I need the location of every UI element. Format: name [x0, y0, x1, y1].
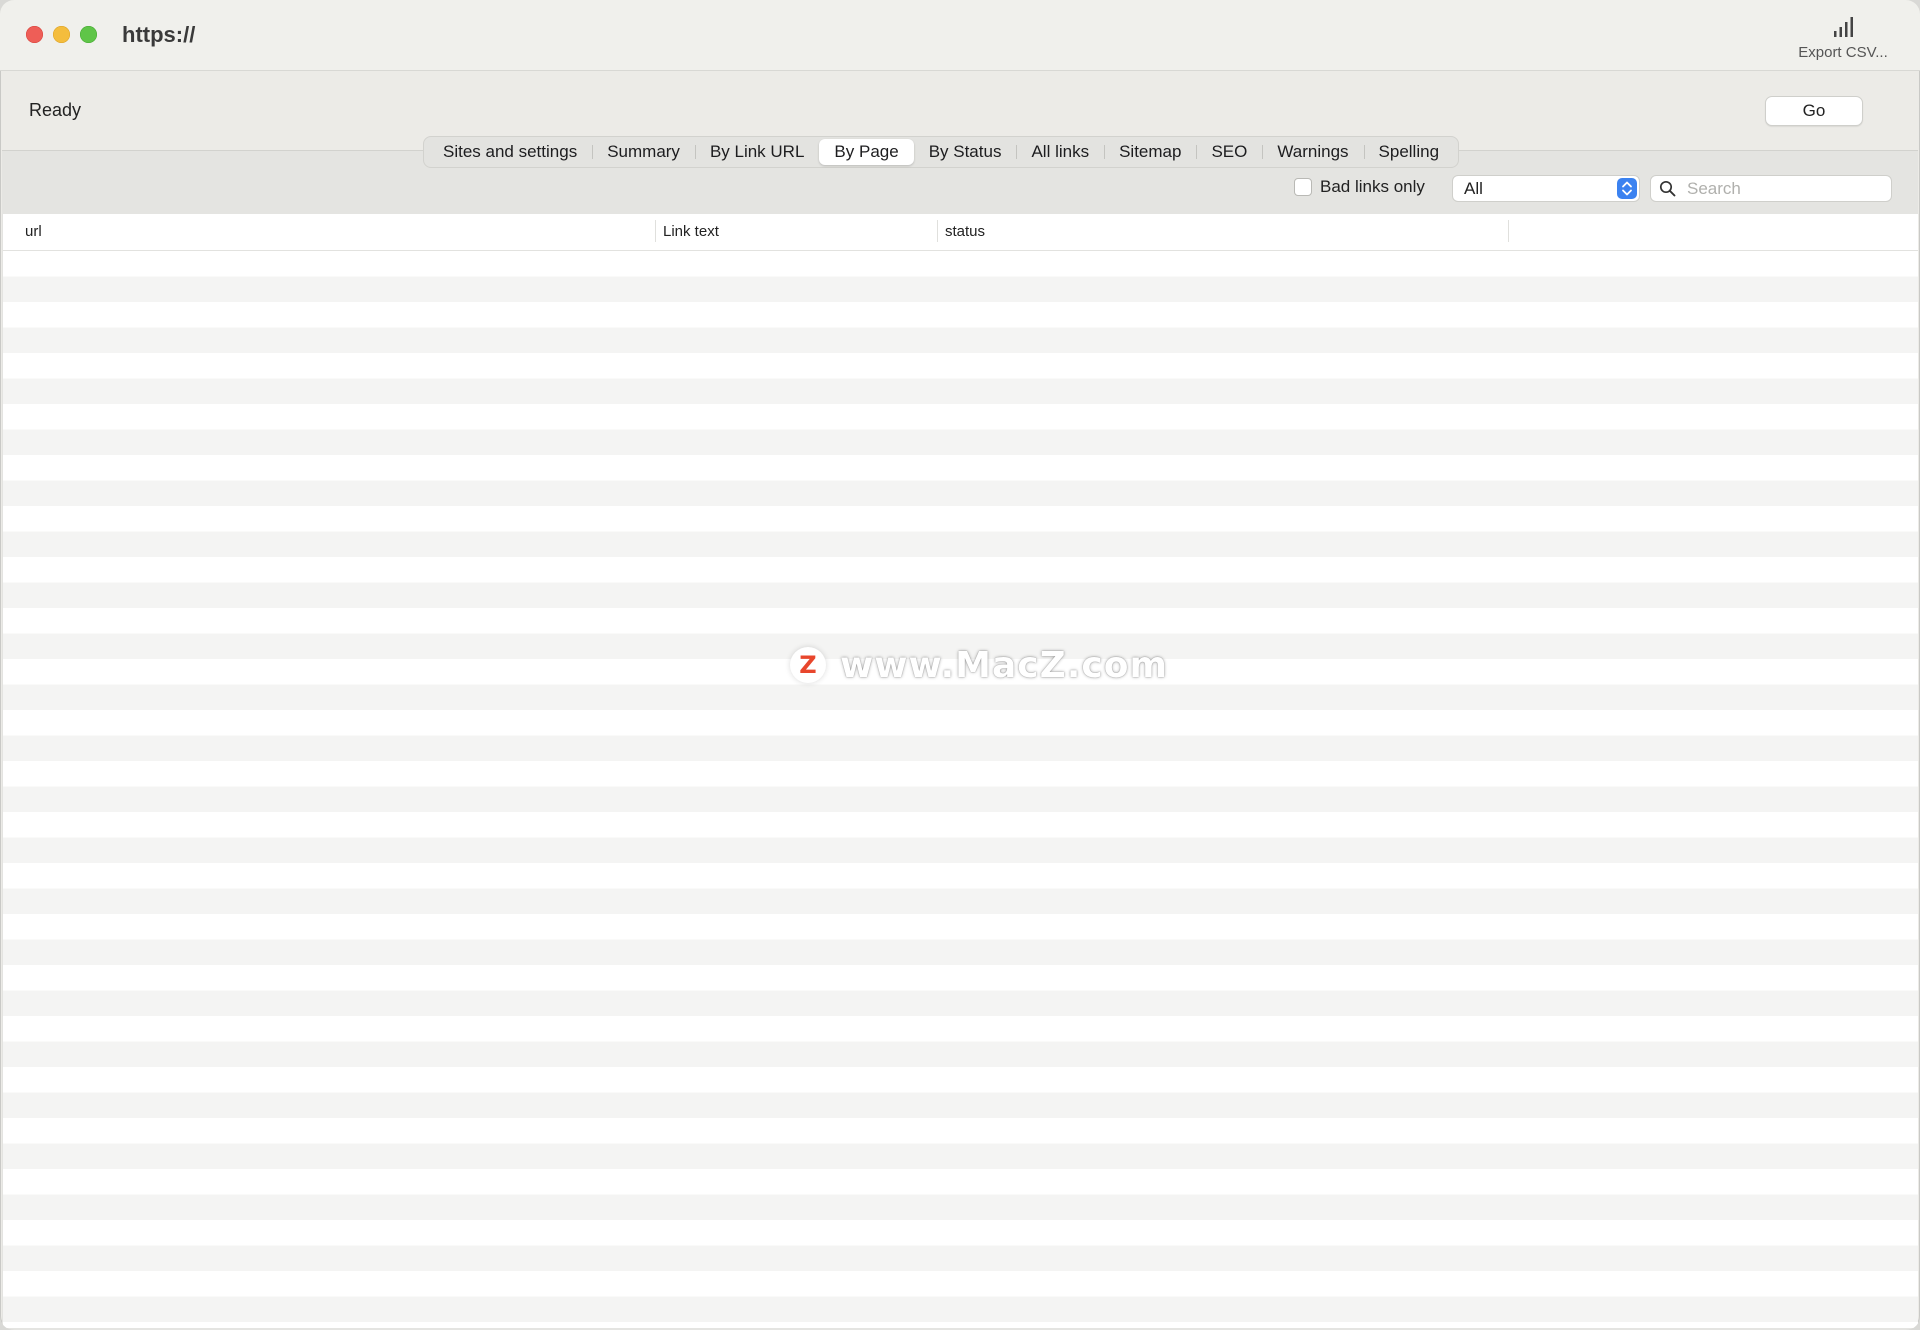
tab-warnings[interactable]: Warnings: [1262, 139, 1363, 165]
tab-by-link-url[interactable]: By Link URL: [694, 139, 819, 165]
column-divider[interactable]: [1508, 220, 1509, 242]
watermark-logo: Z: [790, 647, 826, 683]
title-bar: https:// Export CSV...: [0, 0, 1920, 71]
column-header-status[interactable]: status: [945, 223, 985, 240]
go-button[interactable]: Go: [1765, 96, 1863, 126]
tab-spelling[interactable]: Spelling: [1363, 139, 1455, 165]
window-title: https://: [122, 22, 196, 47]
tab-sitemap[interactable]: Sitemap: [1104, 139, 1196, 165]
zoom-window-button[interactable]: [80, 26, 97, 43]
tab-bar: Sites and settings Summary By Link URL B…: [423, 136, 1460, 168]
status-filter-select[interactable]: All: [1452, 175, 1640, 202]
app-window: https:// Export CSV... Ready Go Sites an…: [0, 0, 1920, 1330]
search-input[interactable]: [1685, 178, 1885, 200]
status-filter-value: All: [1464, 179, 1483, 198]
minimize-window-button[interactable]: [53, 26, 70, 43]
tab-seo[interactable]: SEO: [1196, 139, 1262, 165]
tab-sites-and-settings[interactable]: Sites and settings: [428, 139, 592, 165]
tab-summary[interactable]: Summary: [592, 139, 695, 165]
table-body[interactable]: [3, 251, 1918, 1328]
bad-links-only-checkbox[interactable]: [1294, 178, 1312, 196]
column-divider[interactable]: [655, 220, 656, 242]
bad-links-only-label[interactable]: Bad links only: [1320, 177, 1425, 197]
status-text: Ready: [29, 100, 82, 120]
column-header-link-text[interactable]: Link text: [663, 223, 719, 240]
magnifier-icon: [1659, 180, 1676, 197]
table-header: url Link text status: [3, 214, 1918, 251]
updown-chevron-icon: [1617, 178, 1637, 199]
column-divider[interactable]: [937, 220, 938, 242]
search-field[interactable]: [1650, 175, 1892, 202]
tab-by-status[interactable]: By Status: [914, 139, 1017, 165]
export-csv-label: Export CSV...: [1798, 44, 1888, 61]
watermark: Z www.MacZ.com: [790, 644, 1168, 686]
watermark-text: www.MacZ.com: [840, 644, 1168, 686]
tab-by-page[interactable]: By Page: [819, 139, 914, 165]
close-window-button[interactable]: [26, 26, 43, 43]
tab-all-links[interactable]: All links: [1016, 139, 1104, 165]
column-header-url[interactable]: url: [25, 223, 42, 240]
bar-chart-icon: [1834, 17, 1853, 37]
results-table: url Link text status: [3, 214, 1918, 1328]
export-csv-button[interactable]: Export CSV...: [1778, 14, 1908, 66]
